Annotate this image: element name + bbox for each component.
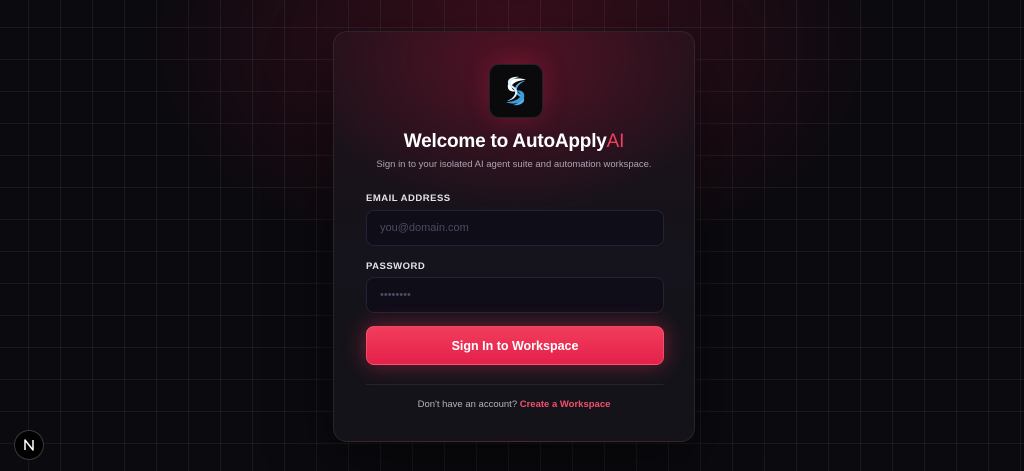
email-label: EMAIL ADDRESS [366,193,451,204]
nextjs-icon [24,439,34,451]
app-logo [489,64,543,118]
swirl-logo-icon [506,76,526,106]
signup-prompt: Don't have an account? Create a Workspac… [334,399,694,410]
login-card: Welcome to AutoApplyAI Sign in to your i… [333,31,695,442]
page-title: Welcome to AutoApplyAI [334,131,694,153]
divider [366,384,664,385]
password-label: PASSWORD [366,261,426,272]
sign-in-button[interactable]: Sign In to Workspace [366,326,664,365]
email-field[interactable] [366,210,664,246]
signup-prompt-text: Don't have an account? [417,399,518,410]
page-subtitle: Sign in to your isolated AI agent suite … [376,159,652,170]
nextjs-dev-badge[interactable] [14,430,44,460]
title-accent-text: AI [606,131,625,152]
title-text: Welcome to AutoApply [403,131,607,152]
create-workspace-link[interactable]: Create a Workspace [520,399,611,410]
password-field[interactable] [366,277,664,313]
